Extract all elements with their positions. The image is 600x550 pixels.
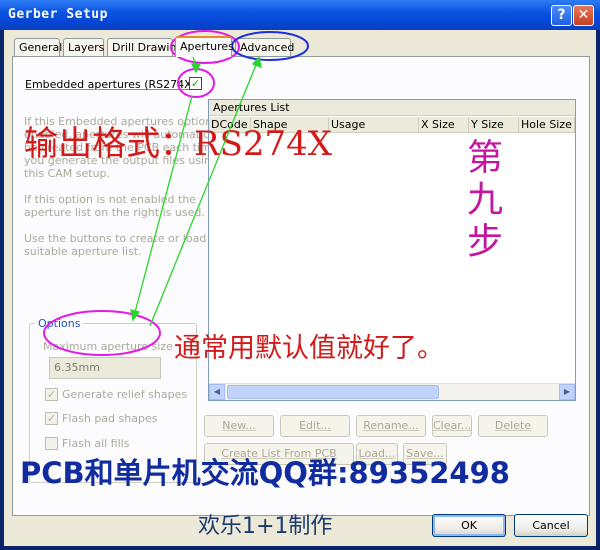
annotation-credit: 欢乐1+1制作	[198, 514, 333, 539]
cancel-button[interactable]: Cancel	[514, 514, 588, 537]
tab-advanced[interactable]: Advanced	[235, 38, 294, 56]
column-header-hole-size[interactable]: Hole Size	[519, 117, 575, 133]
scrollbar-thumb[interactable]	[227, 385, 439, 399]
flash-pad-shapes-label: Flash pad shapes	[62, 412, 158, 425]
info-paragraph-buttons: Use the buttons to create or load a suit…	[24, 232, 217, 258]
title-bar[interactable]: Gerber Setup ? ✕	[0, 0, 600, 30]
scroll-left-button[interactable]: ◀	[209, 384, 225, 400]
edit-aperture-button[interactable]: Edit...	[280, 415, 350, 437]
arrow-right-icon: ▶	[563, 387, 571, 396]
clear-apertures-button[interactable]: Clear...	[432, 415, 472, 437]
help-icon: ?	[557, 7, 566, 23]
annotation-output-format: 输出格式：RS274X	[24, 124, 332, 164]
tab-drill-drawing[interactable]: Drill Drawing	[107, 38, 183, 56]
generate-relief-checkbox[interactable]: ✓	[45, 388, 58, 401]
close-icon: ✕	[577, 7, 590, 23]
scroll-right-button[interactable]: ▶	[559, 384, 575, 400]
tab-layers[interactable]: Layers	[63, 38, 104, 56]
apertures-list-caption: Apertures List	[209, 100, 575, 116]
help-button[interactable]: ?	[551, 5, 572, 26]
tab-apertures[interactable]: Apertures	[175, 36, 234, 57]
annotation-qq-group: PCB和单片机交流QQ群:89352498	[20, 456, 510, 490]
column-header-usage[interactable]: Usage	[329, 117, 419, 133]
arrow-left-icon: ◀	[213, 387, 221, 396]
max-aperture-size-label: Maximum aperture size	[43, 340, 173, 353]
checkmark-icon: ✓	[190, 77, 201, 90]
max-aperture-size-field[interactable]: 6.35mm	[49, 357, 161, 379]
ok-button[interactable]: OK	[432, 514, 506, 537]
column-header-y-size[interactable]: Y Size	[469, 117, 519, 133]
tab-general[interactable]: General	[14, 38, 62, 56]
embedded-apertures-label: Embedded apertures (RS274X)	[25, 78, 196, 91]
gerber-setup-window: Gerber Setup ? ✕ General Layers Drill Dr…	[0, 0, 600, 550]
column-header-x-size[interactable]: X Size	[419, 117, 469, 133]
checkmark-icon: ✓	[46, 388, 57, 401]
embedded-apertures-checkbox[interactable]: ✓	[189, 77, 202, 90]
annotation-default-value: 通常用默认值就好了。	[174, 333, 444, 364]
generate-relief-label: Generate relief shapes	[62, 388, 188, 401]
info-paragraph-list: If this option is not enabled the apertu…	[24, 193, 205, 219]
flash-all-fills-checkbox[interactable]	[45, 437, 58, 450]
horizontal-scrollbar[interactable]: ◀ ▶	[209, 383, 575, 400]
flash-all-fills-label: Flash all fills	[62, 437, 130, 450]
window-title: Gerber Setup	[8, 7, 108, 22]
flash-pad-shapes-checkbox[interactable]: ✓	[45, 412, 58, 425]
annotation-step-nine: 第九步	[461, 138, 502, 264]
delete-aperture-button[interactable]: Delete	[478, 415, 548, 437]
close-button[interactable]: ✕	[573, 5, 594, 26]
new-aperture-button[interactable]: New...	[204, 415, 274, 437]
options-legend: Options	[35, 317, 84, 330]
checkmark-icon: ✓	[46, 412, 57, 425]
rename-aperture-button[interactable]: Rename...	[356, 415, 426, 437]
